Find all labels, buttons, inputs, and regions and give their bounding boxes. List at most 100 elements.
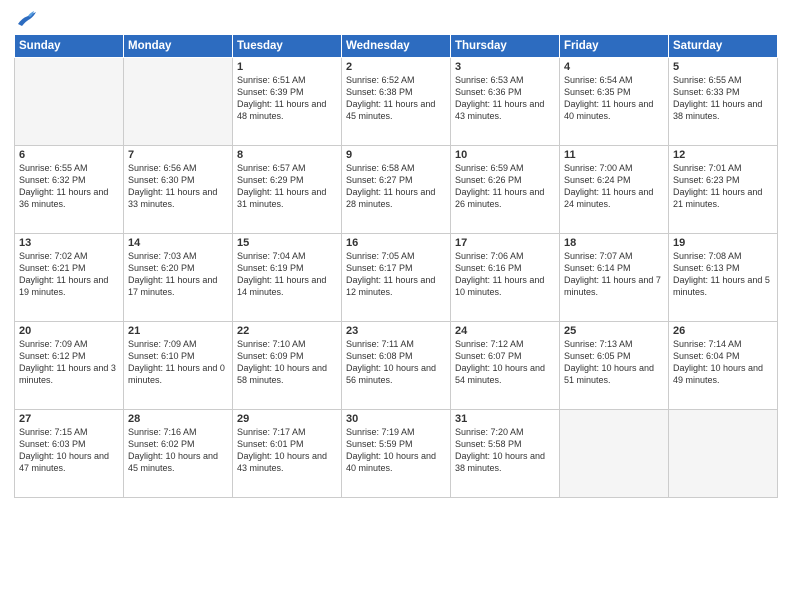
calendar-cell: 28Sunrise: 7:16 AM Sunset: 6:02 PM Dayli… [124,410,233,498]
cell-daylight-info: Sunrise: 6:52 AM Sunset: 6:38 PM Dayligh… [346,74,446,123]
calendar-cell: 19Sunrise: 7:08 AM Sunset: 6:13 PM Dayli… [669,234,778,322]
calendar-cell: 14Sunrise: 7:03 AM Sunset: 6:20 PM Dayli… [124,234,233,322]
calendar-week-5: 27Sunrise: 7:15 AM Sunset: 6:03 PM Dayli… [15,410,778,498]
day-number: 26 [673,325,773,337]
cell-daylight-info: Sunrise: 7:02 AM Sunset: 6:21 PM Dayligh… [19,250,119,299]
day-number: 28 [128,413,228,425]
calendar-table: SundayMondayTuesdayWednesdayThursdayFrid… [14,34,778,498]
calendar-cell: 17Sunrise: 7:06 AM Sunset: 6:16 PM Dayli… [451,234,560,322]
calendar-cell: 5Sunrise: 6:55 AM Sunset: 6:33 PM Daylig… [669,58,778,146]
day-number: 25 [564,325,664,337]
cell-daylight-info: Sunrise: 6:57 AM Sunset: 6:29 PM Dayligh… [237,162,337,211]
cell-daylight-info: Sunrise: 7:10 AM Sunset: 6:09 PM Dayligh… [237,338,337,387]
cell-daylight-info: Sunrise: 6:59 AM Sunset: 6:26 PM Dayligh… [455,162,555,211]
calendar-header-row: SundayMondayTuesdayWednesdayThursdayFrid… [15,35,778,58]
day-number: 3 [455,61,555,73]
day-number: 21 [128,325,228,337]
calendar-cell: 29Sunrise: 7:17 AM Sunset: 6:01 PM Dayli… [233,410,342,498]
calendar-cell: 16Sunrise: 7:05 AM Sunset: 6:17 PM Dayli… [342,234,451,322]
logo-bird-icon [16,10,38,28]
weekday-header-thursday: Thursday [451,35,560,58]
calendar-cell: 27Sunrise: 7:15 AM Sunset: 6:03 PM Dayli… [15,410,124,498]
calendar-week-1: 1Sunrise: 6:51 AM Sunset: 6:39 PM Daylig… [15,58,778,146]
logo [14,10,38,28]
calendar-body: 1Sunrise: 6:51 AM Sunset: 6:39 PM Daylig… [15,58,778,498]
calendar-cell: 31Sunrise: 7:20 AM Sunset: 5:58 PM Dayli… [451,410,560,498]
calendar-cell [669,410,778,498]
calendar-cell [560,410,669,498]
calendar-cell: 20Sunrise: 7:09 AM Sunset: 6:12 PM Dayli… [15,322,124,410]
calendar-cell: 1Sunrise: 6:51 AM Sunset: 6:39 PM Daylig… [233,58,342,146]
calendar-cell: 22Sunrise: 7:10 AM Sunset: 6:09 PM Dayli… [233,322,342,410]
day-number: 14 [128,237,228,249]
calendar-cell [15,58,124,146]
calendar-cell: 21Sunrise: 7:09 AM Sunset: 6:10 PM Dayli… [124,322,233,410]
cell-daylight-info: Sunrise: 7:08 AM Sunset: 6:13 PM Dayligh… [673,250,773,299]
cell-daylight-info: Sunrise: 7:09 AM Sunset: 6:10 PM Dayligh… [128,338,228,387]
weekday-header-monday: Monday [124,35,233,58]
day-number: 5 [673,61,773,73]
cell-daylight-info: Sunrise: 7:05 AM Sunset: 6:17 PM Dayligh… [346,250,446,299]
calendar-cell: 30Sunrise: 7:19 AM Sunset: 5:59 PM Dayli… [342,410,451,498]
calendar-cell: 7Sunrise: 6:56 AM Sunset: 6:30 PM Daylig… [124,146,233,234]
calendar-cell: 2Sunrise: 6:52 AM Sunset: 6:38 PM Daylig… [342,58,451,146]
cell-daylight-info: Sunrise: 6:58 AM Sunset: 6:27 PM Dayligh… [346,162,446,211]
day-number: 18 [564,237,664,249]
cell-daylight-info: Sunrise: 6:54 AM Sunset: 6:35 PM Dayligh… [564,74,664,123]
day-number: 17 [455,237,555,249]
day-number: 16 [346,237,446,249]
calendar-week-4: 20Sunrise: 7:09 AM Sunset: 6:12 PM Dayli… [15,322,778,410]
calendar-cell: 23Sunrise: 7:11 AM Sunset: 6:08 PM Dayli… [342,322,451,410]
calendar-cell: 4Sunrise: 6:54 AM Sunset: 6:35 PM Daylig… [560,58,669,146]
cell-daylight-info: Sunrise: 7:11 AM Sunset: 6:08 PM Dayligh… [346,338,446,387]
day-number: 27 [19,413,119,425]
calendar-cell: 9Sunrise: 6:58 AM Sunset: 6:27 PM Daylig… [342,146,451,234]
cell-daylight-info: Sunrise: 7:01 AM Sunset: 6:23 PM Dayligh… [673,162,773,211]
calendar-cell: 12Sunrise: 7:01 AM Sunset: 6:23 PM Dayli… [669,146,778,234]
calendar-cell: 24Sunrise: 7:12 AM Sunset: 6:07 PM Dayli… [451,322,560,410]
cell-daylight-info: Sunrise: 7:16 AM Sunset: 6:02 PM Dayligh… [128,426,228,475]
calendar-cell: 11Sunrise: 7:00 AM Sunset: 6:24 PM Dayli… [560,146,669,234]
day-number: 20 [19,325,119,337]
calendar-cell: 8Sunrise: 6:57 AM Sunset: 6:29 PM Daylig… [233,146,342,234]
cell-daylight-info: Sunrise: 6:55 AM Sunset: 6:33 PM Dayligh… [673,74,773,123]
calendar-cell: 13Sunrise: 7:02 AM Sunset: 6:21 PM Dayli… [15,234,124,322]
page: SundayMondayTuesdayWednesdayThursdayFrid… [0,0,792,612]
calendar-week-3: 13Sunrise: 7:02 AM Sunset: 6:21 PM Dayli… [15,234,778,322]
weekday-header-friday: Friday [560,35,669,58]
calendar-cell: 18Sunrise: 7:07 AM Sunset: 6:14 PM Dayli… [560,234,669,322]
cell-daylight-info: Sunrise: 7:12 AM Sunset: 6:07 PM Dayligh… [455,338,555,387]
weekday-header-tuesday: Tuesday [233,35,342,58]
day-number: 10 [455,149,555,161]
day-number: 19 [673,237,773,249]
calendar-week-2: 6Sunrise: 6:55 AM Sunset: 6:32 PM Daylig… [15,146,778,234]
day-number: 2 [346,61,446,73]
day-number: 30 [346,413,446,425]
calendar-cell: 15Sunrise: 7:04 AM Sunset: 6:19 PM Dayli… [233,234,342,322]
cell-daylight-info: Sunrise: 6:55 AM Sunset: 6:32 PM Dayligh… [19,162,119,211]
day-number: 8 [237,149,337,161]
weekday-header-saturday: Saturday [669,35,778,58]
cell-daylight-info: Sunrise: 7:03 AM Sunset: 6:20 PM Dayligh… [128,250,228,299]
cell-daylight-info: Sunrise: 7:20 AM Sunset: 5:58 PM Dayligh… [455,426,555,475]
cell-daylight-info: Sunrise: 6:51 AM Sunset: 6:39 PM Dayligh… [237,74,337,123]
day-number: 7 [128,149,228,161]
cell-daylight-info: Sunrise: 7:07 AM Sunset: 6:14 PM Dayligh… [564,250,664,299]
cell-daylight-info: Sunrise: 7:09 AM Sunset: 6:12 PM Dayligh… [19,338,119,387]
cell-daylight-info: Sunrise: 6:53 AM Sunset: 6:36 PM Dayligh… [455,74,555,123]
weekday-header-wednesday: Wednesday [342,35,451,58]
day-number: 6 [19,149,119,161]
day-number: 4 [564,61,664,73]
cell-daylight-info: Sunrise: 7:00 AM Sunset: 6:24 PM Dayligh… [564,162,664,211]
cell-daylight-info: Sunrise: 7:19 AM Sunset: 5:59 PM Dayligh… [346,426,446,475]
cell-daylight-info: Sunrise: 7:13 AM Sunset: 6:05 PM Dayligh… [564,338,664,387]
day-number: 22 [237,325,337,337]
cell-daylight-info: Sunrise: 7:15 AM Sunset: 6:03 PM Dayligh… [19,426,119,475]
day-number: 31 [455,413,555,425]
day-number: 23 [346,325,446,337]
calendar-cell: 6Sunrise: 6:55 AM Sunset: 6:32 PM Daylig… [15,146,124,234]
calendar-cell: 25Sunrise: 7:13 AM Sunset: 6:05 PM Dayli… [560,322,669,410]
calendar-cell [124,58,233,146]
calendar-cell: 26Sunrise: 7:14 AM Sunset: 6:04 PM Dayli… [669,322,778,410]
day-number: 29 [237,413,337,425]
